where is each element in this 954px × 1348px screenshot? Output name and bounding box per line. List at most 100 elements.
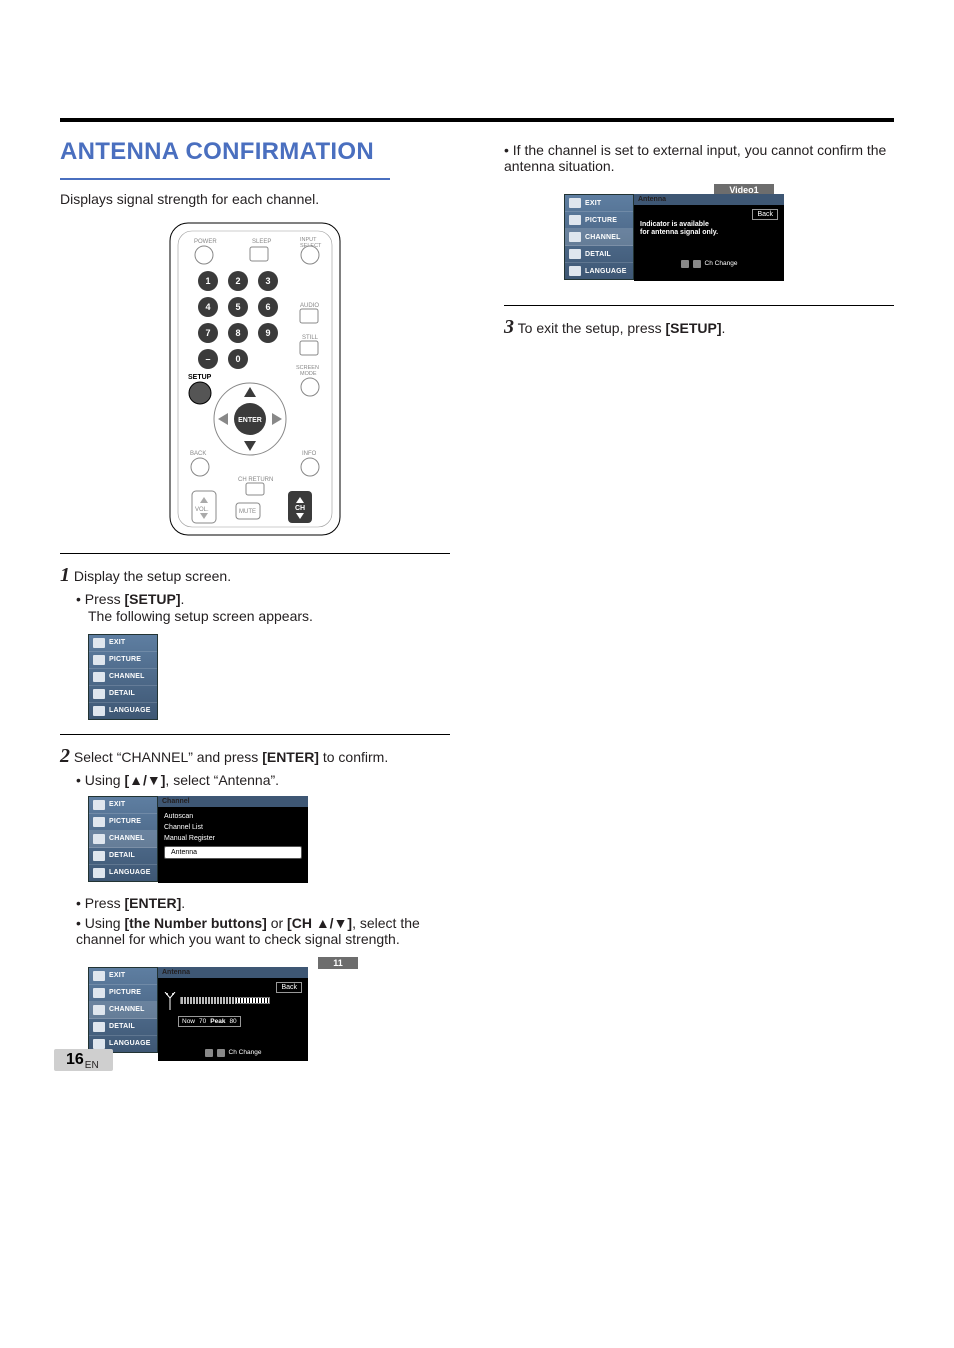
picture-icon — [93, 817, 105, 827]
picture-icon — [93, 655, 105, 665]
remote-illustration: POWER SLEEP INPUT SELECT 1 2 3 4 5 6 7 — [60, 219, 450, 539]
s2b3p: Using — [85, 915, 125, 931]
left-column: ANTENNA CONFIRMATION Displays signal str… — [60, 108, 450, 1061]
numpad-icon — [681, 260, 689, 268]
footer-ch-change-2: Ch Change — [705, 260, 738, 267]
note-l1: Indicator is available — [640, 221, 709, 228]
svg-text:8: 8 — [235, 328, 240, 338]
sb-pic-3: PICTURE — [109, 989, 141, 996]
svg-text:5: 5 — [235, 302, 240, 312]
sidebar-language: LANGUAGE — [109, 707, 151, 714]
right-column: • If the channel is set to external inpu… — [504, 108, 894, 343]
svg-text:BACK: BACK — [190, 451, 206, 457]
channel-icon — [93, 834, 105, 844]
back-button: Back — [276, 982, 302, 993]
language-icon — [569, 266, 581, 276]
channel-icon — [93, 1005, 105, 1015]
sb-pic-4: PICTURE — [585, 217, 617, 224]
s2b1p: Using — [85, 772, 125, 788]
channel-icon — [93, 672, 105, 682]
svg-text:MUTE: MUTE — [239, 509, 256, 515]
svg-text:0: 0 — [235, 354, 240, 364]
sidebar-picture: PICTURE — [109, 656, 141, 663]
step-3: 3 To exit the setup, press [SETUP]. — [504, 316, 894, 339]
language-icon — [93, 868, 105, 878]
language-icon — [93, 1039, 105, 1049]
svg-text:4: 4 — [205, 302, 210, 312]
step-2-prefix: Select “CHANNEL” and press — [74, 749, 262, 765]
detail-icon — [93, 851, 105, 861]
page-number: 16EN — [54, 1049, 113, 1071]
sidebar-channel: CHANNEL — [109, 673, 145, 680]
sb-det-4: DETAIL — [585, 251, 611, 258]
sb-det-3: DETAIL — [109, 1023, 135, 1030]
hr-1 — [60, 553, 450, 554]
sb-lang-4: LANGUAGE — [585, 268, 627, 275]
channel-item-manual: Manual Register — [164, 833, 302, 844]
step-2-suffix: to confirm. — [319, 749, 388, 765]
page-lang: EN — [85, 1060, 99, 1071]
svg-text:AUDIO: AUDIO — [300, 303, 319, 309]
antenna-video-thumb: Video1 EXIT PICTURE CHANNEL DETAIL LANGU… — [564, 184, 894, 281]
step-2-number: 2 — [60, 745, 70, 767]
svg-text:VOL.: VOL. — [195, 507, 209, 513]
step-2-bullet-2: • Press [ENTER]. — [76, 895, 450, 911]
sidebar-detail: DETAIL — [109, 690, 135, 697]
sb-lang-2: LANGUAGE — [109, 869, 151, 876]
peak-label: Peak — [210, 1018, 225, 1025]
step-2-bullet-1: • Using [▲/▼], select “Antenna”. — [76, 772, 450, 788]
svg-text:POWER: POWER — [194, 239, 217, 245]
detail-icon — [93, 1022, 105, 1032]
exit-icon — [93, 971, 105, 981]
right-note: • If the channel is set to external inpu… — [504, 142, 894, 174]
setup-key-ref-2: [SETUP] — [666, 320, 722, 336]
hr-2 — [60, 734, 450, 735]
s2b2s: . — [181, 895, 185, 911]
svg-text:7: 7 — [205, 328, 210, 338]
setup-key-ref: [SETUP] — [124, 591, 180, 607]
exit-icon — [93, 800, 105, 810]
step-1-line2: The following setup screen appears. — [88, 607, 450, 626]
antenna-icon — [164, 992, 176, 1010]
s2b1s: , select “Antenna”. — [165, 772, 279, 788]
setup-screen-thumb: EXIT PICTURE CHANNEL DETAIL LANGUAGE — [88, 634, 450, 720]
top-rule — [60, 118, 894, 122]
note-l2: for antenna signal only. — [640, 229, 718, 236]
sb-det-2: DETAIL — [109, 852, 135, 859]
step-1-bullet-1: • Press [SETUP]. — [76, 591, 450, 607]
channel-panel-header: Channel — [158, 796, 308, 807]
svg-text:SETUP: SETUP — [188, 374, 212, 381]
sb-ch-2: CHANNEL — [109, 835, 145, 842]
language-icon — [93, 706, 105, 716]
step-2-bullet-3: • Using [the Number buttons] or [CH ▲/▼]… — [76, 915, 450, 947]
sidebar-exit: EXIT — [109, 639, 125, 646]
step-1-b1-prefix: Press — [85, 591, 125, 607]
antenna-panel-header: Antenna — [158, 967, 308, 978]
sb-ch-3: CHANNEL — [109, 1006, 145, 1013]
exit-icon — [569, 198, 581, 208]
step-1-text: Display the setup screen. — [74, 568, 231, 584]
step-1-number: 1 — [60, 564, 70, 586]
enter-key-ref-1: [ENTER] — [262, 749, 319, 765]
channel-item-antenna: Antenna — [164, 846, 302, 859]
svg-text:MODE: MODE — [300, 371, 317, 377]
signal-bar — [180, 997, 270, 1004]
svg-text:SLEEP: SLEEP — [252, 239, 271, 245]
sb-pic-2: PICTURE — [109, 818, 141, 825]
signal-stats: Now 70 Peak 80 — [178, 1016, 241, 1027]
sb-exit-4: EXIT — [585, 200, 601, 207]
sb-exit-2: EXIT — [109, 801, 125, 808]
s2b2p: Press — [85, 895, 125, 911]
exit-icon — [93, 638, 105, 648]
channel-icon — [569, 232, 581, 242]
video-panel-header: Antenna — [634, 194, 784, 205]
numpad-icon — [205, 1049, 213, 1057]
channel-item-list: Channel List — [164, 822, 302, 833]
s2b3m: or — [267, 915, 287, 931]
number-buttons-ref: [the Number buttons] — [124, 915, 266, 931]
page-number-value: 16 — [66, 1051, 84, 1068]
now-value: 70 — [199, 1018, 206, 1025]
svg-text:6: 6 — [265, 302, 270, 312]
detail-icon — [569, 249, 581, 259]
sb-exit-3: EXIT — [109, 972, 125, 979]
